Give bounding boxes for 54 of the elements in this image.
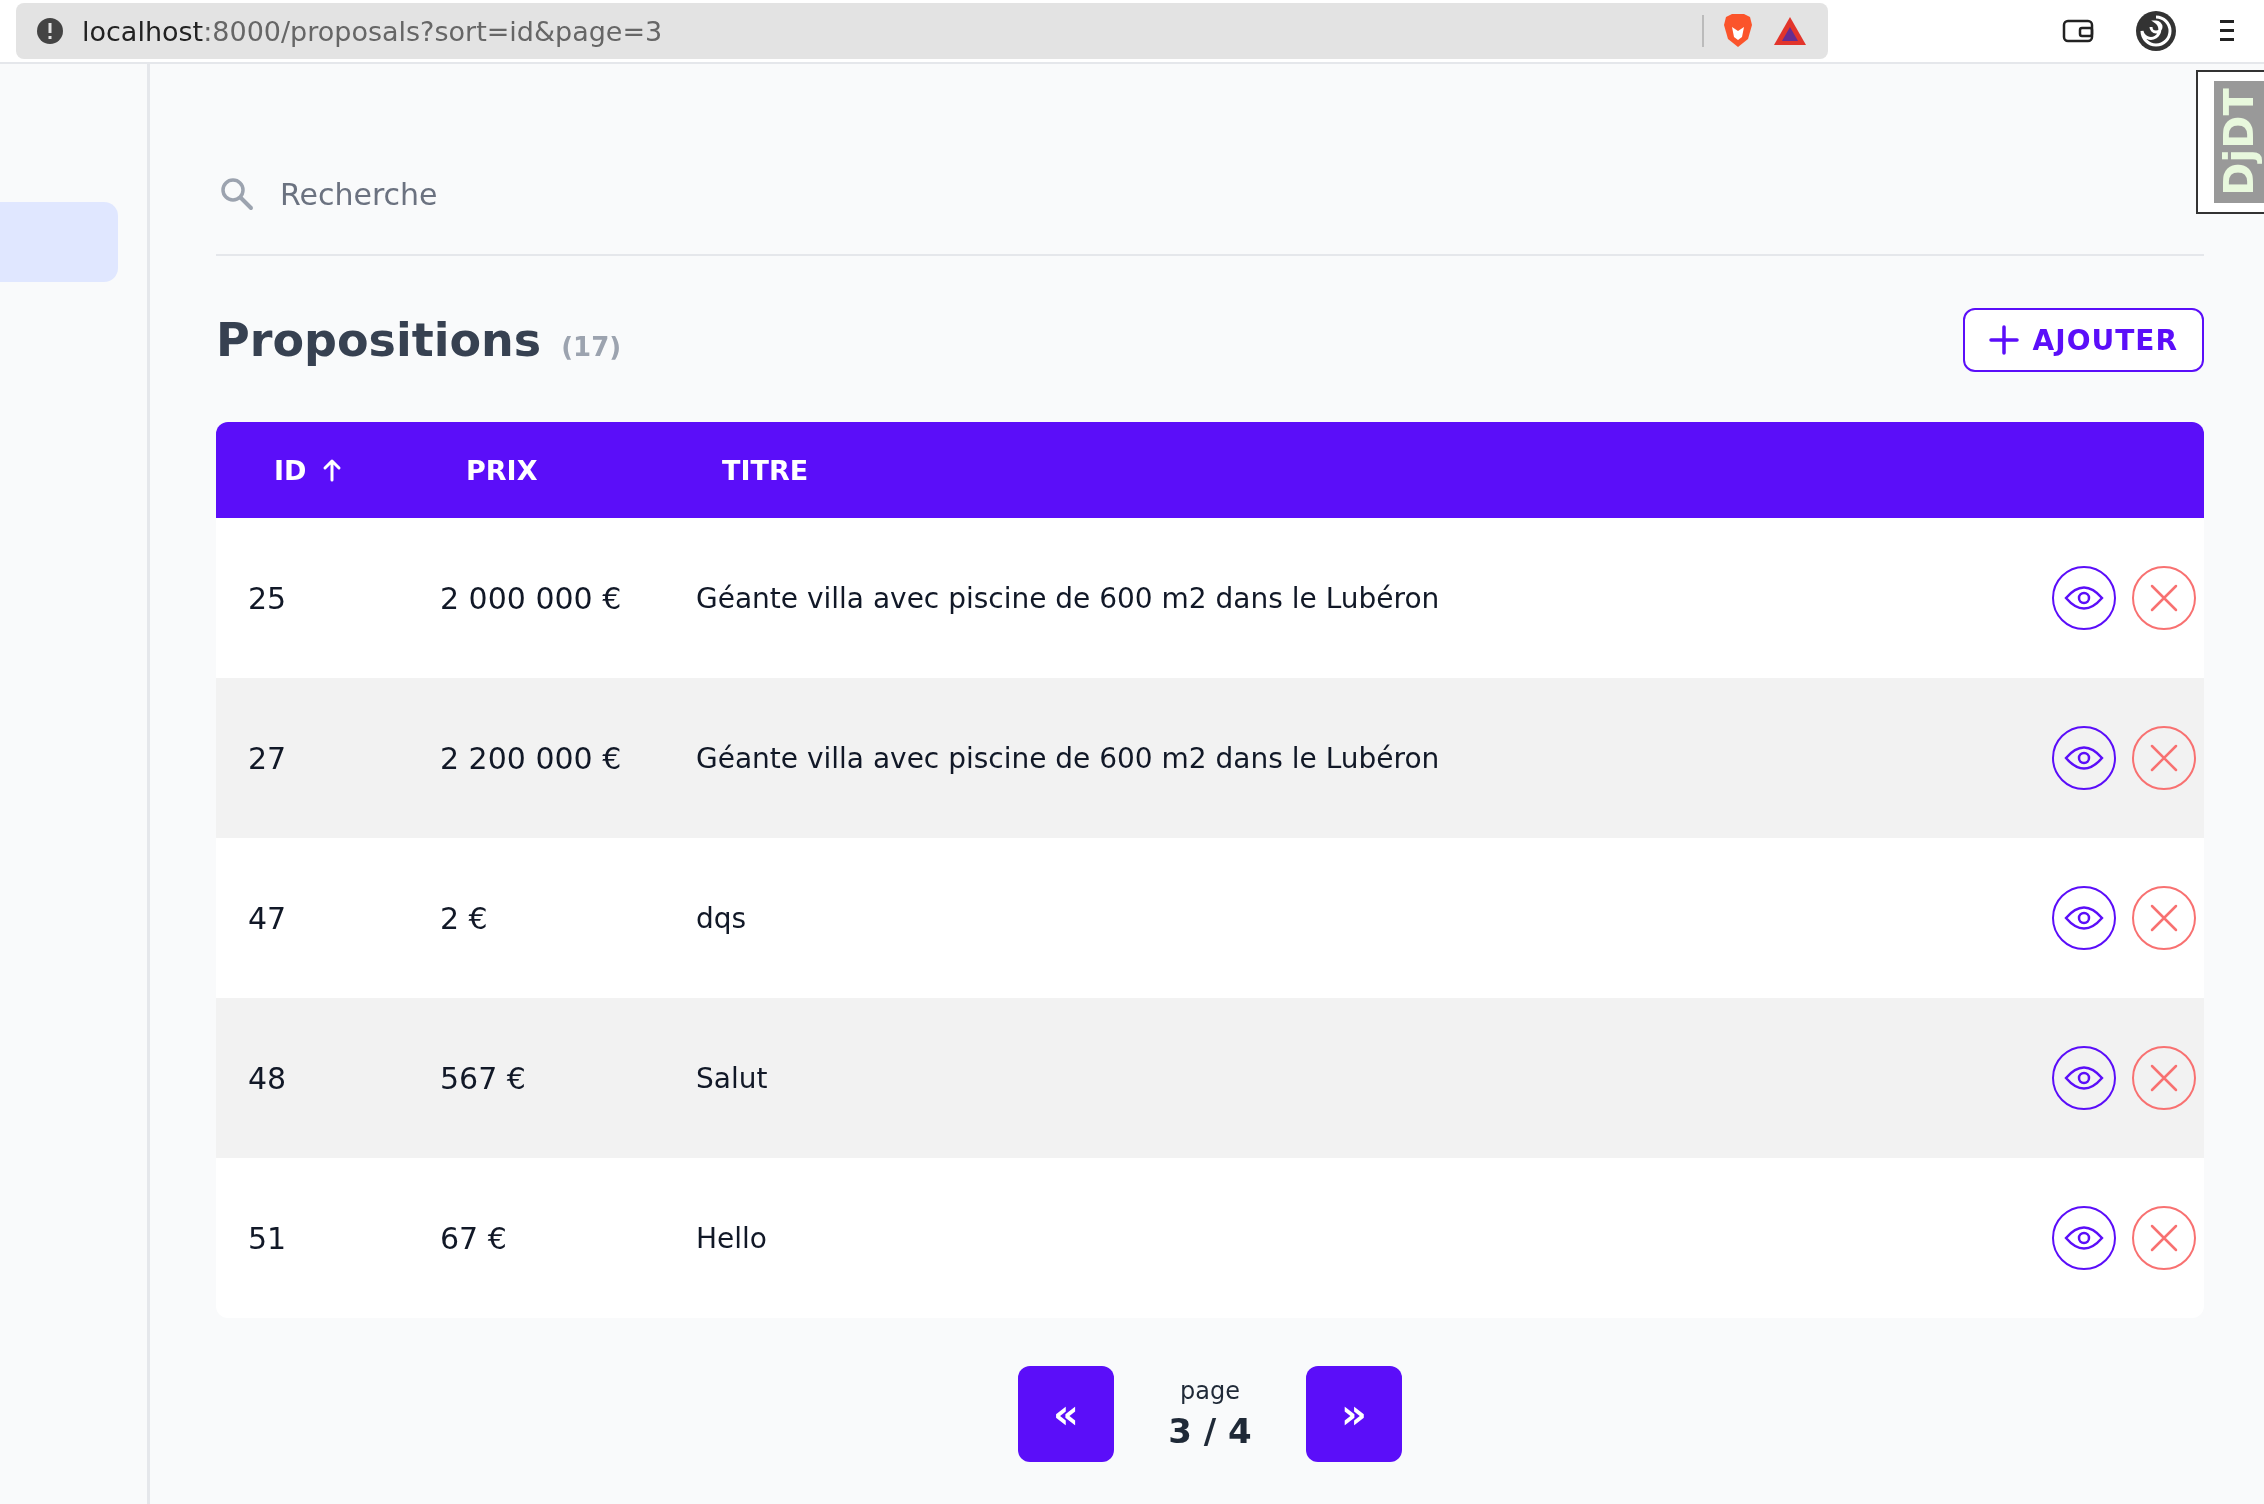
table-cell: 67 € [440,1220,507,1256]
table-cell: 2 200 000 € [440,740,622,776]
address-bar[interactable]: localhost:8000/proposals?sort=id&page=3 [16,3,1828,59]
table-cell: 27 [248,740,287,776]
table-cell: Géante villa avec piscine de 600 m2 dans le Lubéron [696,581,1440,615]
triangle-icon[interactable] [1772,15,1808,47]
delete-button[interactable] [2132,886,2196,950]
page-title: Propositions [216,313,542,367]
eye-icon [2064,905,2104,931]
table-cell: 48 [248,1060,287,1096]
page-number: 3 / 4 [1168,1411,1252,1451]
previous-page-button[interactable]: « [1018,1366,1114,1462]
table-cell: dqs [696,901,747,935]
delete-button[interactable] [2132,566,2196,630]
column-header[interactable]: TITRE [722,454,809,486]
view-button[interactable] [2052,1046,2116,1110]
column-header[interactable]: ID [274,454,343,486]
wallet-icon[interactable] [2062,18,2094,44]
close-icon [2149,903,2179,933]
table-cell: 47 [248,900,287,936]
view-button[interactable] [2052,886,2116,950]
table-cell: Hello [696,1221,767,1255]
add-button[interactable]: AJOUTER [1962,308,2204,372]
search-icon [220,177,254,211]
column-header[interactable]: PRIX [466,454,538,486]
delete-button[interactable] [2132,1206,2196,1270]
lion-icon[interactable] [1722,13,1754,49]
table-cell: 2 € [440,900,488,936]
table-cell: 25 [248,580,287,616]
close-icon [2149,743,2179,773]
page-label: page [1180,1377,1240,1405]
sort-arrow-icon[interactable] [322,458,343,482]
table-cell: 567 € [440,1060,526,1096]
plus-icon [1988,325,2019,355]
view-button[interactable] [2052,566,2116,630]
close-icon [2149,583,2179,613]
table-cell: 51 [248,1220,287,1256]
eye-icon [2064,1065,2104,1091]
url-text: localhost:8000/proposals?sort=id&page=3 [82,15,663,47]
view-button[interactable] [2052,726,2116,790]
next-page-button[interactable]: » [1306,1366,1402,1462]
info-icon [36,17,64,45]
eye-icon [2064,585,2104,611]
table-cell: Géante villa avec piscine de 600 m2 dans le Lubéron [696,741,1440,775]
table-cell: Salut [696,1061,768,1095]
close-icon [2149,1063,2179,1093]
eye-icon [2064,745,2104,771]
close-icon [2149,1223,2179,1253]
view-button[interactable] [2052,1206,2116,1270]
swirl-icon[interactable] [2134,9,2178,53]
table-cell: 2 000 000 € [440,580,622,616]
eye-icon [2064,1225,2104,1251]
item-count: (17) [561,332,622,362]
search-field[interactable]: Recherche [278,175,882,213]
